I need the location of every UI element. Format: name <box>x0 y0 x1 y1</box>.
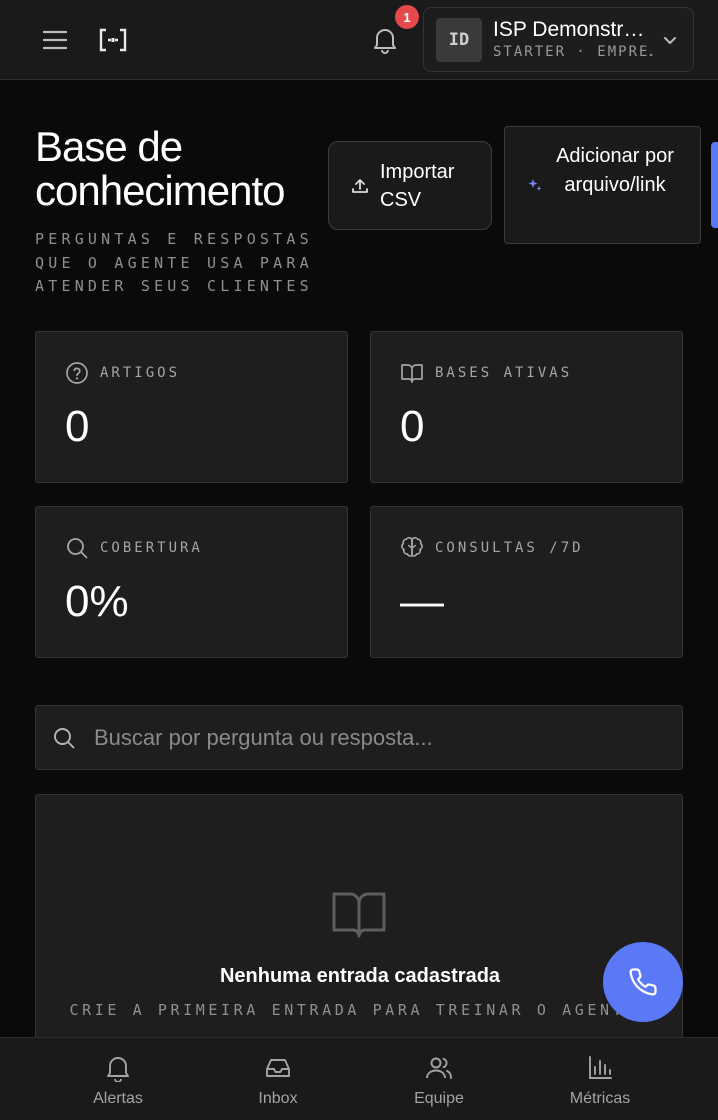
account-plan: STARTER · EMPRE… <box>493 44 653 60</box>
nav-item-label: Alertas <box>93 1090 143 1107</box>
nav-item-equipe[interactable]: Equipe <box>359 1038 519 1120</box>
nav-item-metricas[interactable]: Métricas <box>520 1038 680 1120</box>
empty-state: Nenhuma entrada cadastrada CRIE A PRIMEI… <box>35 794 683 1054</box>
stat-label: CONSULTAS /7D <box>435 540 584 556</box>
page-subtitle: PERGUNTAS E RESPOSTAS QUE O AGENTE USA P… <box>35 230 313 295</box>
nav-item-label: Inbox <box>258 1090 298 1107</box>
app-logo-button[interactable] <box>94 22 132 58</box>
account-name: ISP Demonstr… <box>493 18 645 41</box>
stat-label: COBERTURA <box>100 540 203 556</box>
top-bar: 1 ID ISP Demonstr… STARTER · EMPRE… <box>0 0 718 80</box>
nav-item-label: Métricas <box>569 1090 631 1107</box>
help-circle-icon <box>66 362 88 384</box>
empty-state-subtitle: CRIE A PRIMEIRA ENTRADA PARA TREINAR O A… <box>69 1001 651 1019</box>
stat-label: BASES ATIVAS <box>435 365 573 381</box>
stat-label: ARTIGOS <box>100 365 181 381</box>
stat-value: 0 <box>400 402 425 451</box>
empty-state-title: Nenhuma entrada cadastrada <box>219 965 501 987</box>
nav-item-inbox[interactable]: Inbox <box>198 1038 358 1120</box>
search-input[interactable] <box>94 716 664 760</box>
chevron-down-icon <box>664 37 676 45</box>
notification-badge: 1 <box>395 5 419 29</box>
knowledge-search <box>35 705 683 770</box>
notifications-button[interactable] <box>366 22 404 58</box>
stat-value: 0% <box>65 577 129 626</box>
bar-chart-icon <box>589 1056 612 1079</box>
import-csv-button[interactable]: Importar CSV <box>328 141 492 230</box>
import-csv-label: Importar CSV <box>380 161 455 211</box>
stat-card-bases-ativas: BASES ATIVAS 0 <box>370 331 683 483</box>
search-icon <box>67 538 88 559</box>
overflow-tab[interactable] <box>711 142 718 228</box>
stat-card-consultas: CONSULTAS /7D — <box>370 506 683 658</box>
book-open-icon <box>332 892 386 938</box>
stat-card-artigos: ARTIGOS 0 <box>35 331 348 483</box>
stat-value: — <box>400 577 444 626</box>
phone-icon <box>629 968 657 996</box>
avatar: ID <box>436 18 482 62</box>
logo-icon <box>99 28 127 52</box>
bell-icon <box>107 1057 129 1082</box>
page-title: Base de conhecimento <box>35 123 286 214</box>
account-switcher[interactable]: ID ISP Demonstr… STARTER · EMPRE… <box>423 7 694 72</box>
nav-item-label: Equipe <box>414 1090 464 1107</box>
brain-icon <box>401 537 423 557</box>
stat-card-cobertura: COBERTURA 0% <box>35 506 348 658</box>
nav-item-alertas[interactable]: Alertas <box>38 1038 198 1120</box>
stat-value: 0 <box>65 402 90 451</box>
upload-icon <box>352 179 368 193</box>
sparkles-icon <box>528 179 542 191</box>
bell-icon <box>374 29 396 54</box>
users-icon <box>426 1057 452 1079</box>
inbox-icon <box>266 1059 290 1077</box>
add-from-file-label: Adicionar por arquivo/link <box>556 145 674 196</box>
hamburger-menu-icon <box>43 30 67 50</box>
add-from-file-button[interactable]: Adicionar por arquivo/link <box>504 126 701 244</box>
search-icon <box>54 728 75 749</box>
book-open-icon <box>401 364 423 383</box>
bottom-nav: Alertas Inbox Equipe Métricas <box>0 1037 718 1120</box>
menu-button[interactable] <box>36 22 74 58</box>
call-button[interactable] <box>603 942 683 1022</box>
